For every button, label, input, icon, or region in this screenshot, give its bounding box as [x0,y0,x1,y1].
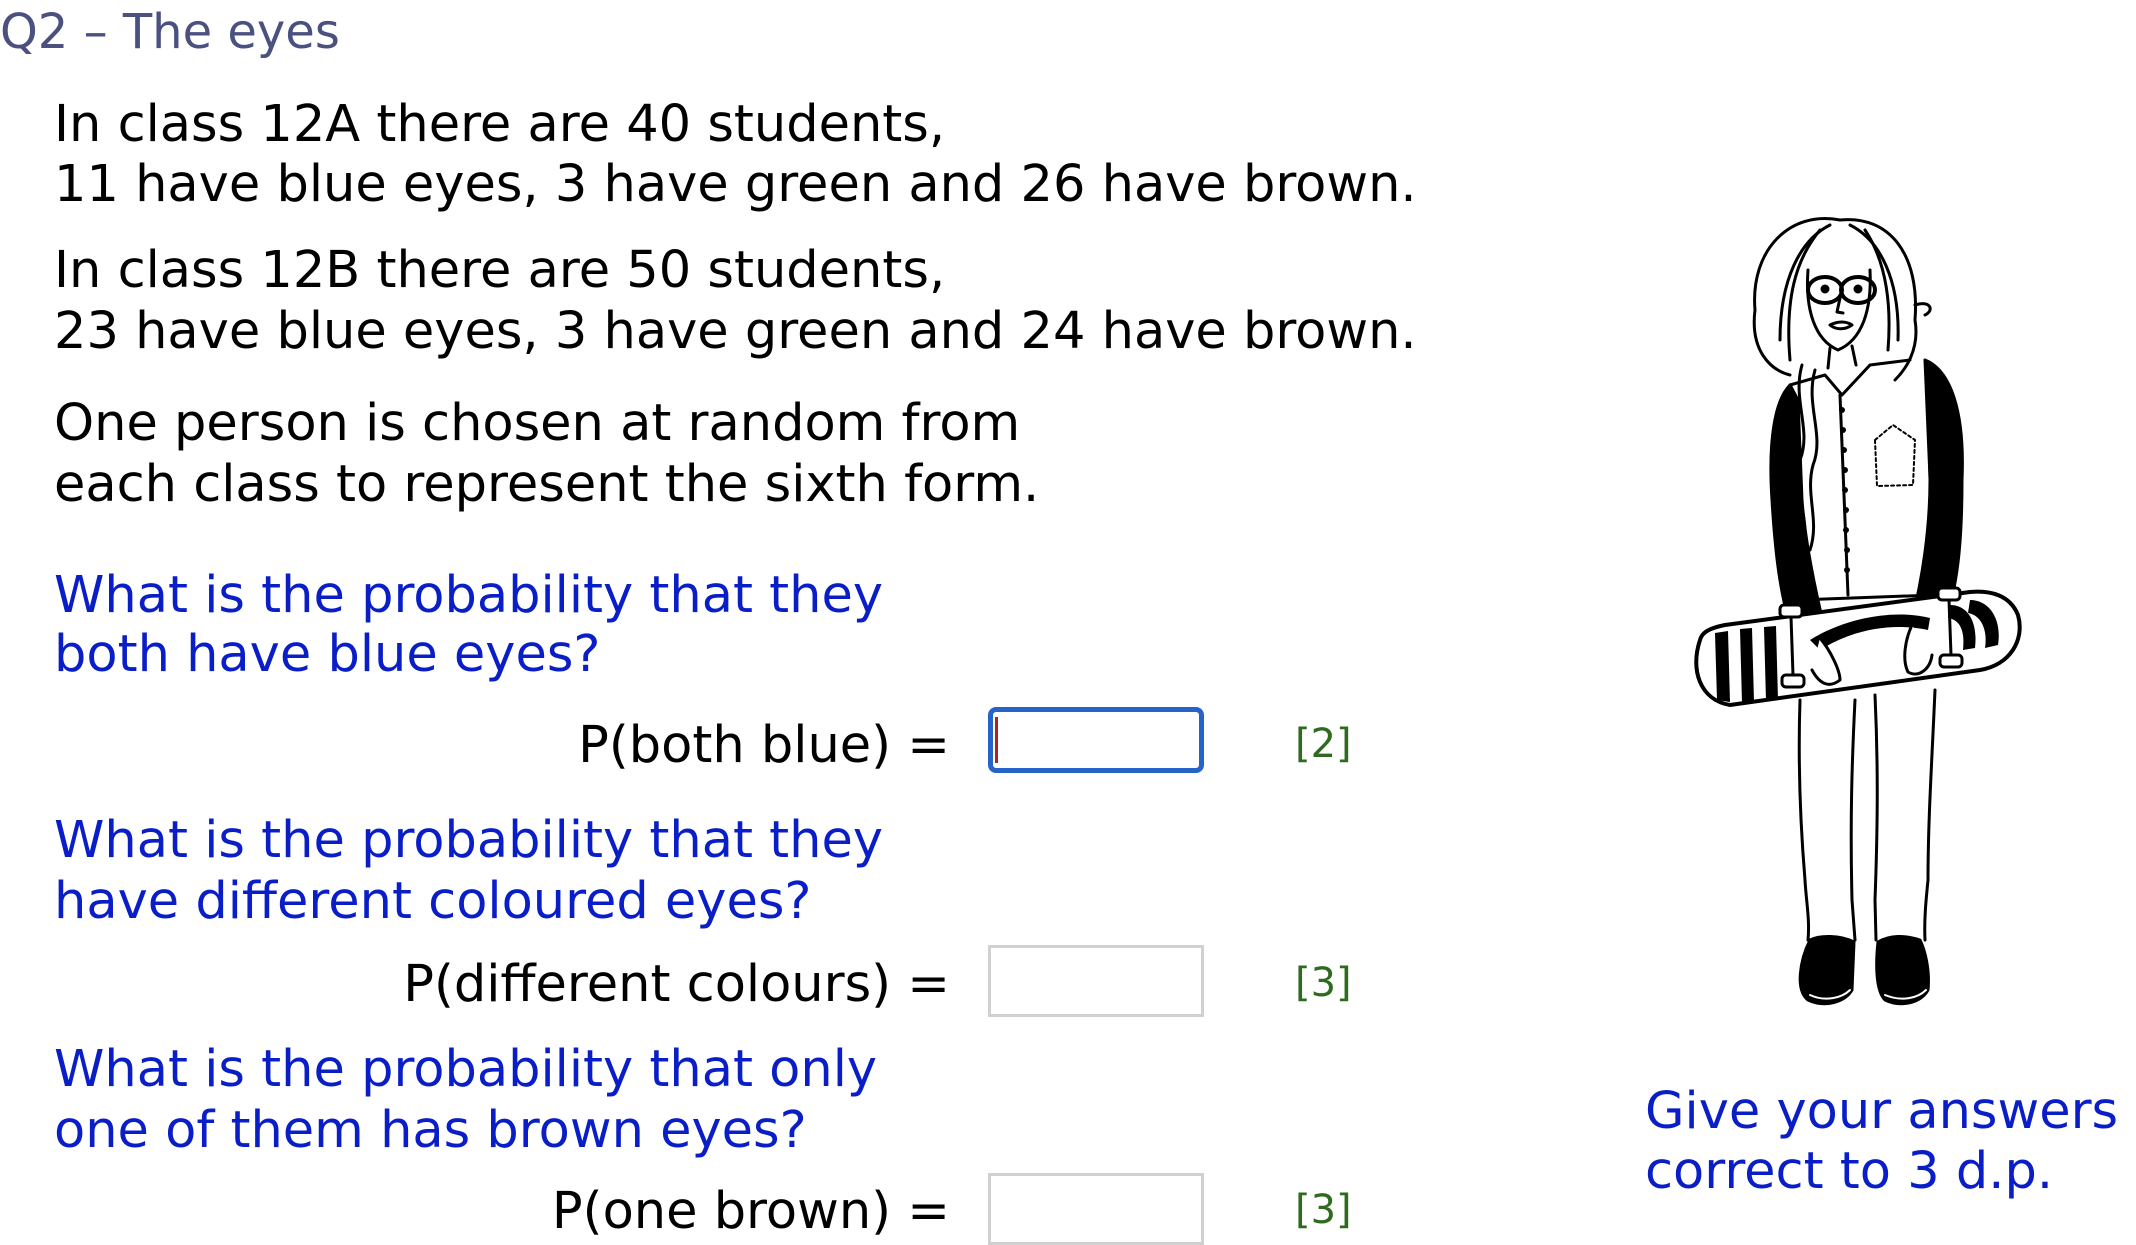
different-colours-answer-input[interactable] [988,945,1204,1017]
selection-line-2: each class to represent the sixth form. [54,455,1040,514]
question-2-label: P(different colours) = [403,955,950,1014]
question-1-prompt-line-2: both have blue eyes? [54,625,601,684]
question-3-prompt-line-1: What is the probability that only [54,1040,878,1099]
selection-line-1: One person is chosen at random from [54,394,1021,453]
class-b-line-1: In class 12B there are 50 students, [54,241,946,300]
question-3-prompt-line-2: one of them has brown eyes? [54,1101,807,1160]
text-caret [995,717,998,763]
question-3-marks: [3] [1295,1187,1352,1233]
class-b-line-2: 23 have blue eyes, 3 have green and 24 h… [54,302,1417,361]
page-title: Q2 – The eyes [0,4,340,60]
both-blue-answer-input[interactable] [988,707,1204,773]
class-a-line-2: 11 have blue eyes, 3 have green and 26 h… [54,155,1417,214]
question-2-prompt-line-2: have different coloured eyes? [54,872,812,931]
one-brown-answer-input[interactable] [988,1173,1204,1245]
question-1-marks: [2] [1295,721,1352,767]
rounding-note-line-2: correct to 3 d.p. [1645,1142,2054,1201]
question-2-prompt-line-1: What is the probability that they [54,811,884,870]
rounding-note-line-1: Give your answers [1645,1082,2119,1141]
question-3-label: P(one brown) = [551,1182,950,1241]
class-a-line-1: In class 12A there are 40 students, [54,95,946,154]
question-2-marks: [3] [1295,960,1352,1006]
question-1-label: P(both blue) = [578,716,950,775]
question-1-prompt-line-1: What is the probability that they [54,566,884,625]
girl-with-skateboard-illustration-icon [1694,217,2022,1006]
